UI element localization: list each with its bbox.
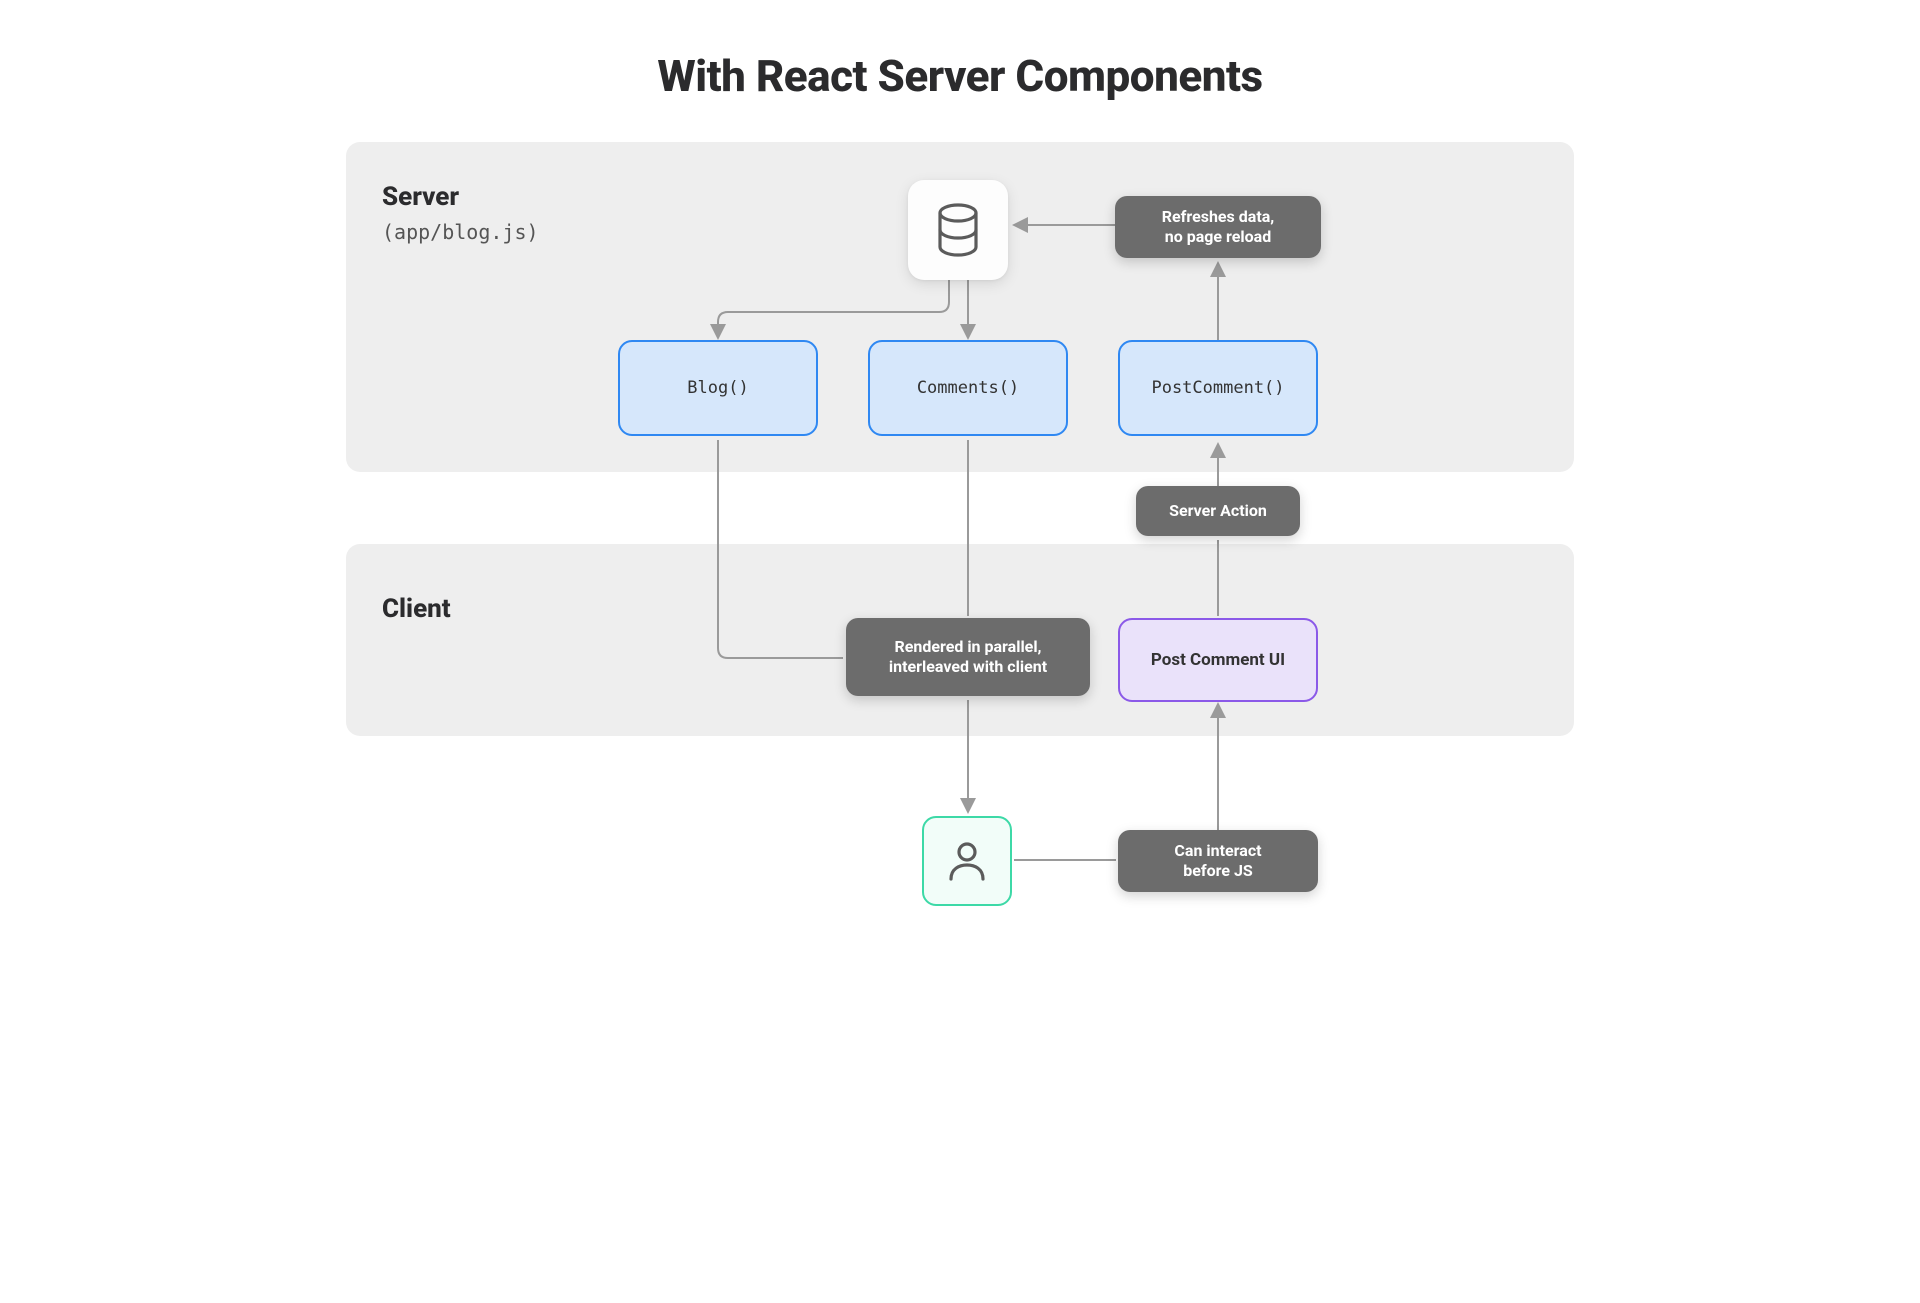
postcomment-component: PostComment() xyxy=(1118,340,1318,436)
diagram-canvas: With React Server Components Server (app… xyxy=(300,0,1620,1000)
database-box xyxy=(908,180,1008,280)
comments-component: Comments() xyxy=(868,340,1068,436)
user-box xyxy=(922,816,1012,906)
interact-note: Can interact before JS xyxy=(1118,830,1318,892)
rendered-note: Rendered in parallel, interleaved with c… xyxy=(846,618,1090,696)
user-icon xyxy=(943,837,991,885)
blog-component: Blog() xyxy=(618,340,818,436)
server-zone-sub: (app/blog.js) xyxy=(382,220,539,244)
server-zone-label: Server xyxy=(382,182,459,212)
postcomment-ui-component: Post Comment UI xyxy=(1118,618,1318,702)
server-action-note: Server Action xyxy=(1136,486,1300,536)
refresh-note: Refreshes data, no page reload xyxy=(1115,196,1321,258)
client-zone-label: Client xyxy=(382,594,451,624)
database-icon xyxy=(933,203,983,257)
diagram-title: With React Server Components xyxy=(300,50,1620,102)
